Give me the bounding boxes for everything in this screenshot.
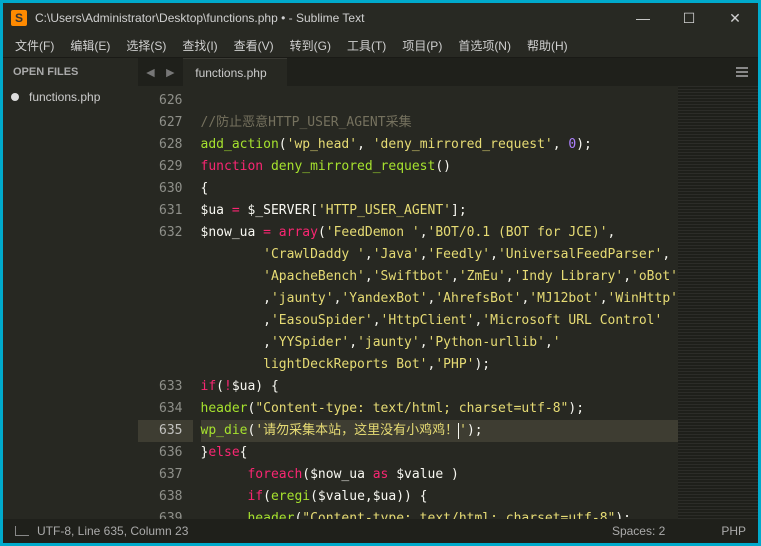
maximize-button[interactable]: ☐ — [666, 3, 712, 33]
menu-item-9[interactable]: 帮助(H) — [519, 34, 576, 57]
code-line[interactable]: if(!$ua) { — [201, 376, 678, 398]
status-position[interactable]: UTF-8, Line 635, Column 23 — [37, 524, 188, 538]
code-line[interactable]: $now_ua = array('FeedDemon ','BOT/0.1 (B… — [201, 222, 678, 244]
code-line[interactable]: { — [201, 178, 678, 200]
code-line[interactable]: //防止恶意HTTP_USER_AGENT采集 — [201, 112, 678, 134]
indent-icon[interactable] — [15, 526, 29, 536]
sidebar-file-label: functions.php — [29, 90, 100, 104]
menu-item-3[interactable]: 查找(I) — [174, 34, 225, 57]
code-line[interactable]: function deny_mirrored_request() — [201, 156, 678, 178]
minimize-button[interactable]: — — [620, 3, 666, 33]
code-line[interactable]: 'CrawlDaddy ','Java','Feedly','Universal… — [201, 244, 678, 266]
code-line[interactable]: }else{ — [201, 442, 678, 464]
code-line[interactable]: ,'EasouSpider','HttpClient','Microsoft U… — [201, 310, 678, 332]
tab-functions[interactable]: functions.php — [183, 58, 286, 86]
menu-item-7[interactable]: 项目(P) — [394, 34, 450, 57]
sidebar-file[interactable]: functions.php — [3, 86, 138, 108]
tab-next-icon[interactable]: ► — [163, 64, 177, 80]
status-language[interactable]: PHP — [721, 524, 746, 538]
code-line[interactable]: 'ApacheBench','Swiftbot','ZmEu','Indy Li… — [201, 266, 678, 288]
code-line[interactable]: if(eregi($value,$ua)) { — [201, 486, 678, 508]
code-line[interactable]: foreach($now_ua as $value ) — [201, 464, 678, 486]
code-editor[interactable]: //防止恶意HTTP_USER_AGENT采集add_action('wp_he… — [193, 86, 678, 519]
code-line[interactable]: header("Content-type: text/html; charset… — [201, 398, 678, 420]
menu-item-6[interactable]: 工具(T) — [339, 34, 394, 57]
menu-item-4[interactable]: 查看(V) — [226, 34, 282, 57]
code-line[interactable]: ,'YYSpider','jaunty','Python-urllib',' — [201, 332, 678, 354]
code-line[interactable]: wp_die('请勿采集本站，这里没有小鸡鸡！'); — [201, 420, 678, 442]
code-line[interactable]: lightDeckReports Bot','PHP'); — [201, 354, 678, 376]
titlebar[interactable]: S C:\Users\Administrator\Desktop\functio… — [3, 3, 758, 33]
menu-item-5[interactable]: 转到(G) — [282, 34, 339, 57]
app-icon: S — [11, 10, 27, 26]
code-line[interactable]: $ua = $_SERVER['HTTP_USER_AGENT']; — [201, 200, 678, 222]
menu-item-2[interactable]: 选择(S) — [118, 34, 174, 57]
menubar: 文件(F)编辑(E)选择(S)查找(I)查看(V)转到(G)工具(T)项目(P)… — [3, 33, 758, 58]
close-button[interactable]: ✕ — [712, 3, 758, 33]
menu-item-0[interactable]: 文件(F) — [7, 34, 62, 57]
minimap[interactable] — [678, 86, 758, 519]
tab-label: functions.php — [195, 66, 266, 80]
statusbar: UTF-8, Line 635, Column 23 Spaces: 2 PHP — [3, 519, 758, 543]
status-spaces[interactable]: Spaces: 2 — [612, 524, 665, 538]
code-line[interactable]: header("Content-type: text/html; charset… — [201, 508, 678, 519]
tab-menu-button[interactable] — [726, 58, 758, 86]
sidebar-header: OPEN FILES — [3, 58, 138, 86]
hamburger-icon — [736, 67, 748, 77]
menu-item-8[interactable]: 首选项(N) — [450, 34, 519, 57]
tab-bar: ◄ ► functions.php — [138, 58, 758, 86]
code-line[interactable]: add_action('wp_head', 'deny_mirrored_req… — [201, 134, 678, 156]
tab-prev-icon[interactable]: ◄ — [144, 64, 158, 80]
line-gutter[interactable]: 626627628629630631632 633634635636637638… — [138, 86, 193, 519]
dirty-indicator-icon — [11, 93, 19, 101]
menu-item-1[interactable]: 编辑(E) — [62, 34, 118, 57]
window-title: C:\Users\Administrator\Desktop\functions… — [35, 11, 620, 25]
sidebar: OPEN FILES functions.php — [3, 58, 138, 519]
code-line[interactable]: ,'jaunty','YandexBot','AhrefsBot','MJ12b… — [201, 288, 678, 310]
code-line[interactable] — [201, 90, 678, 112]
